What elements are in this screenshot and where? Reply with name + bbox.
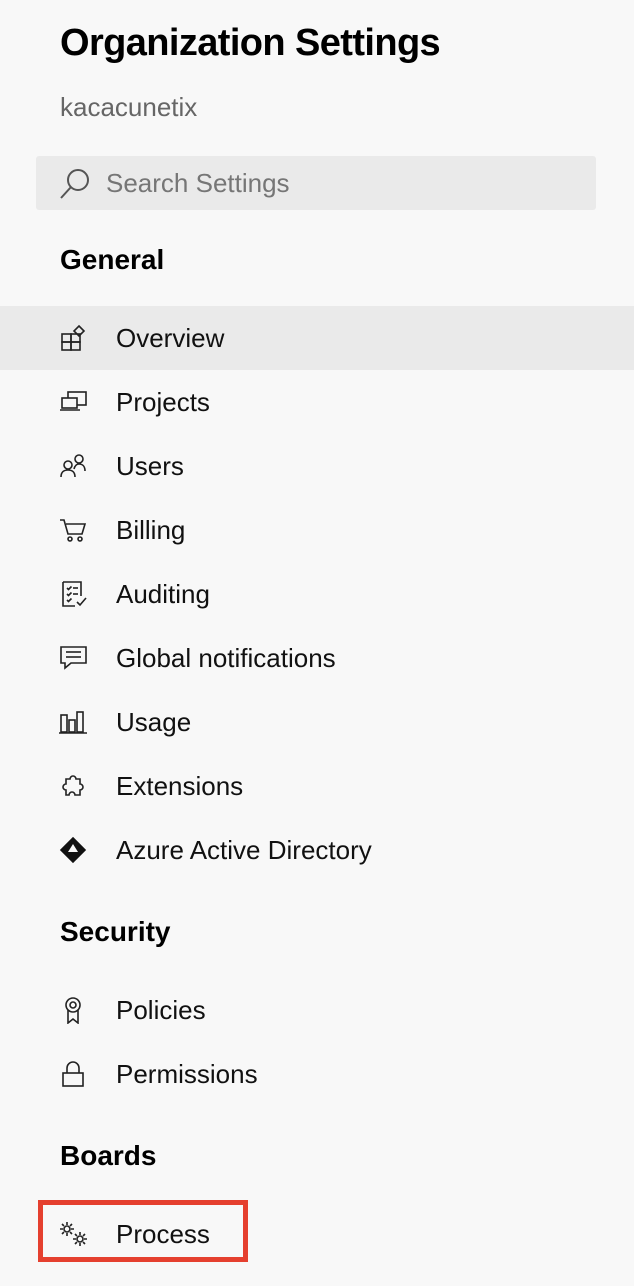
nav-item-billing[interactable]: Billing: [0, 498, 634, 562]
nav-item-projects[interactable]: Projects: [0, 370, 634, 434]
page-title: Organization Settings: [60, 22, 441, 64]
chat-icon: [58, 644, 90, 672]
search-box[interactable]: [36, 156, 596, 210]
gears-icon: [58, 1220, 90, 1248]
nav-item-extensions[interactable]: Extensions: [0, 754, 634, 818]
bar-chart-icon: [58, 708, 90, 736]
nav-item-label: Usage: [116, 706, 192, 737]
search-icon: [58, 167, 92, 201]
projects-icon: [58, 388, 90, 416]
nav-item-label: Billing: [116, 514, 186, 545]
nav-item-overview[interactable]: Overview: [0, 306, 634, 370]
nav-item-usage[interactable]: Usage: [0, 690, 634, 754]
users-icon: [58, 452, 90, 480]
organization-name: kacacunetix: [60, 92, 198, 122]
nav-item-label: Process: [116, 1218, 210, 1249]
search-input[interactable]: [106, 156, 586, 210]
nav-item-label: Policies: [116, 994, 206, 1025]
section-boards: Boards: [60, 1140, 157, 1171]
cart-icon: [58, 516, 90, 544]
lock-icon: [58, 1060, 90, 1088]
nav-item-process[interactable]: Process: [0, 1202, 634, 1266]
nav-item-permissions[interactable]: Permissions: [0, 1042, 634, 1106]
nav-item-label: Global notifications: [116, 642, 336, 673]
ribbon-icon: [58, 996, 90, 1024]
nav-item-azure-active-directory[interactable]: Azure Active Directory: [0, 818, 634, 882]
section-security: Security: [60, 916, 171, 947]
nav-item-label: Projects: [116, 386, 210, 417]
nav-item-label: Auditing: [116, 578, 210, 609]
nav-item-label: Overview: [116, 322, 225, 353]
nav-item-label: Extensions: [116, 770, 244, 801]
nav-item-label: Users: [116, 450, 184, 481]
azure-ad-icon: [58, 836, 90, 864]
nav-item-global-notifications[interactable]: Global notifications: [0, 626, 634, 690]
nav-item-auditing[interactable]: Auditing: [0, 562, 634, 626]
nav-item-label: Permissions: [116, 1058, 258, 1089]
nav-item-users[interactable]: Users: [0, 434, 634, 498]
nav-item-label: Azure Active Directory: [116, 834, 372, 865]
section-general: General: [60, 244, 165, 275]
overview-icon: [58, 324, 90, 352]
puzzle-icon: [58, 772, 90, 800]
checklist-icon: [58, 580, 90, 608]
nav-item-policies[interactable]: Policies: [0, 978, 634, 1042]
